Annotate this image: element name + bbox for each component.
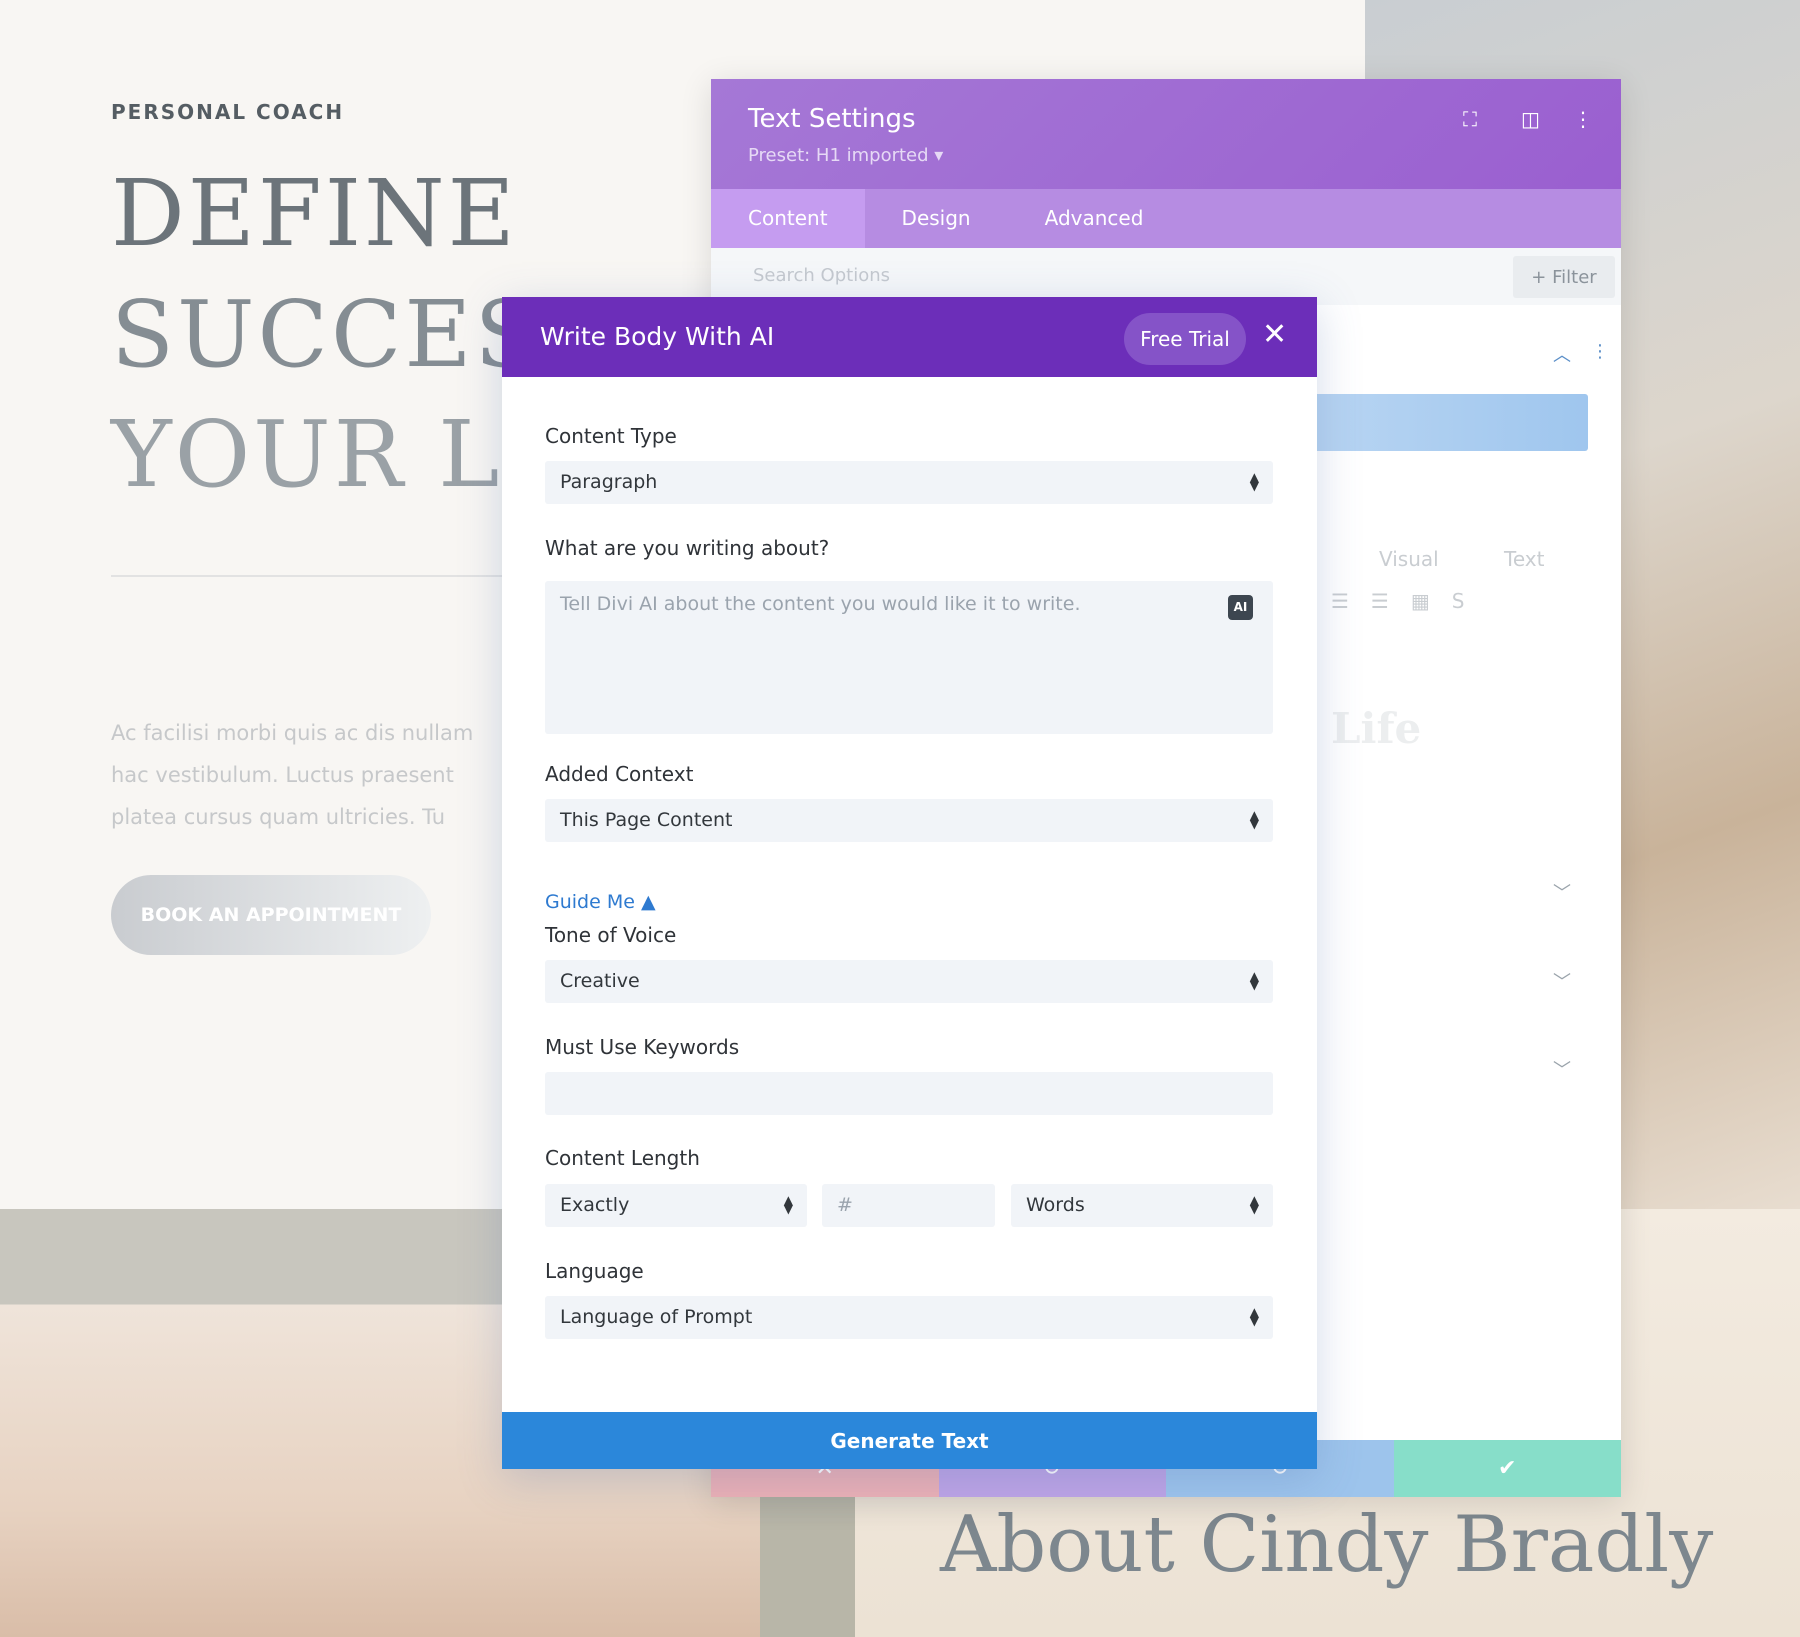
editor-tab-text[interactable]: Text — [1504, 547, 1544, 571]
save-button[interactable]: ✔ — [1393, 1440, 1621, 1497]
length-number-input[interactable]: # — [822, 1184, 995, 1227]
intro-paragraph: Ac facilisi morbi quis ac dis nullam hac… — [111, 712, 531, 838]
about-heading: About Cindy Bradly — [940, 1500, 1714, 1590]
filter-button[interactable]: + Filter — [1513, 256, 1615, 298]
paragraph-line: platea cursus quam ultricies. Tu — [111, 805, 446, 829]
content-type-select[interactable]: Paragraph ▲ ▼ — [545, 461, 1273, 504]
free-trial-button[interactable]: Free Trial — [1124, 313, 1246, 365]
panel-tabs: Content Design Advanced — [711, 189, 1621, 248]
select-arrows-icon: ▲ ▼ — [1249, 1193, 1259, 1216]
select-value: Words — [1026, 1194, 1085, 1216]
keywords-input[interactable] — [545, 1072, 1273, 1115]
background-post — [760, 1497, 855, 1637]
language-select[interactable]: Language of Prompt ▲ ▼ — [545, 1296, 1273, 1339]
keywords-label: Must Use Keywords — [545, 1035, 740, 1059]
eyebrow-text: PERSONAL COACH — [111, 100, 345, 124]
panel-title: Text Settings — [748, 104, 916, 134]
paragraph-line: hac vestibulum. Luctus praesent — [111, 763, 454, 787]
language-label: Language — [545, 1259, 644, 1283]
tab-design[interactable]: Design — [865, 189, 1008, 248]
guide-me-toggle[interactable]: Guide Me ▲ — [545, 891, 656, 913]
generate-text-button[interactable]: Generate Text — [502, 1412, 1317, 1469]
select-value: Paragraph — [560, 471, 658, 493]
length-unit-select[interactable]: Words ▲ ▼ — [1011, 1184, 1273, 1227]
paragraph-line: Ac facilisi morbi quis ac dis nullam — [111, 721, 474, 745]
chevron-down-icon[interactable]: ﹀ — [1553, 1056, 1571, 1082]
select-arrows-icon: ▲ ▼ — [1249, 808, 1259, 831]
book-appointment-button[interactable]: BOOK AN APPOINTMENT — [111, 875, 431, 955]
select-value: Language of Prompt — [560, 1306, 753, 1328]
select-value: This Page Content — [560, 809, 733, 831]
length-mode-select[interactable]: Exactly ▲ ▼ — [545, 1184, 807, 1227]
editor-tab-visual[interactable]: Visual — [1379, 547, 1439, 571]
select-arrows-icon: ▲ ▼ — [783, 1193, 793, 1216]
textarea-placeholder: Tell Divi AI about the content you would… — [560, 593, 1081, 615]
hero-heading-line: DEFINE — [111, 160, 518, 267]
chevron-down-icon[interactable]: ﹀ — [1553, 879, 1571, 905]
select-value: Creative — [560, 970, 640, 992]
modal-title: Write Body With AI — [540, 322, 775, 351]
panel-header: Text Settings Preset: H1 imported ▾ ⛶ ◫ … — [711, 79, 1621, 189]
ai-button-band[interactable] — [1271, 394, 1588, 451]
fullscreen-icon[interactable]: ⛶ — [1463, 107, 1477, 131]
preset-dropdown[interactable]: Preset: H1 imported ▾ — [748, 145, 943, 166]
content-length-label: Content Length — [545, 1146, 700, 1170]
tab-content[interactable]: Content — [711, 189, 865, 248]
added-context-label: Added Context — [545, 762, 694, 786]
more-vertical-icon[interactable]: ⋮ — [1591, 341, 1609, 362]
modal-header: Write Body With AI Free Trial ✕ — [502, 297, 1317, 377]
editor-toolbar-icons: ☰☰▦S — [1331, 589, 1487, 613]
search-input[interactable]: Search Options — [753, 265, 890, 286]
chevron-down-icon[interactable]: ﹀ — [1553, 968, 1571, 994]
ai-icon[interactable]: AI — [1228, 595, 1253, 620]
select-arrows-icon: ▲ ▼ — [1249, 470, 1259, 493]
tab-advanced[interactable]: Advanced — [1008, 189, 1181, 248]
more-vertical-icon[interactable]: ⋮ — [1573, 107, 1593, 131]
write-with-ai-modal: Write Body With AI Free Trial ✕ Content … — [502, 297, 1317, 1469]
split-view-icon[interactable]: ◫ — [1521, 107, 1540, 131]
select-arrows-icon: ▲ ▼ — [1249, 969, 1259, 992]
tone-select[interactable]: Creative ▲ ▼ — [545, 960, 1273, 1003]
tone-label: Tone of Voice — [545, 923, 677, 947]
editor-preview-text: Life — [1331, 704, 1422, 753]
select-value: Exactly — [560, 1194, 630, 1216]
divider — [111, 575, 511, 577]
select-arrows-icon: ▲ ▼ — [1249, 1305, 1259, 1328]
topic-label: What are you writing about? — [545, 536, 830, 560]
check-icon: ✔ — [1498, 1456, 1517, 1481]
chevron-up-icon[interactable]: ︿ — [1553, 341, 1571, 367]
topic-textarea[interactable]: Tell Divi AI about the content you would… — [545, 581, 1273, 734]
added-context-select[interactable]: This Page Content ▲ ▼ — [545, 799, 1273, 842]
content-type-label: Content Type — [545, 424, 677, 448]
close-icon[interactable]: ✕ — [1262, 317, 1287, 352]
